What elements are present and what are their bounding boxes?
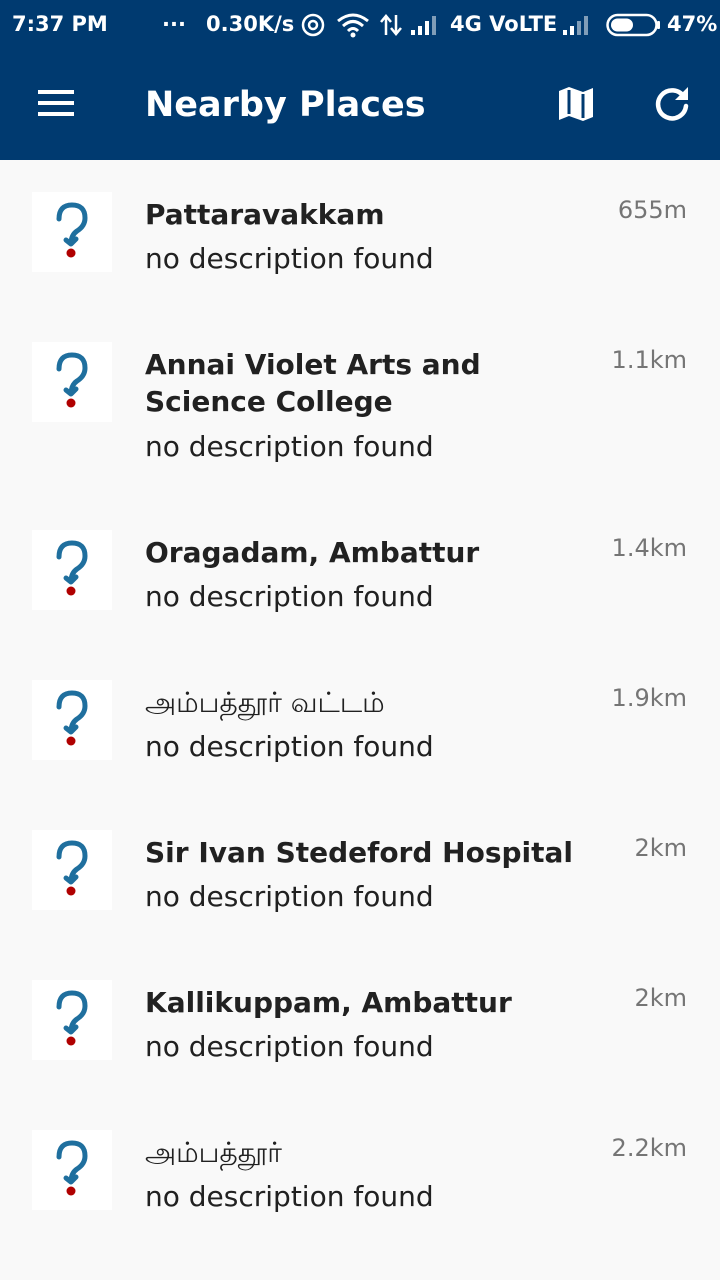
place-distance: 1.4km [611,534,687,562]
network-type: 4G VoLTE [450,12,558,36]
data-transfer-icon [380,14,402,36]
place-description: no description found [145,880,434,913]
place-image [32,342,112,422]
place-description: no description found [145,430,434,463]
place-distance: 1.9km [611,684,687,712]
signal-strength-icon-2 [563,16,588,35]
question-mark-icon [56,840,88,896]
list-item[interactable]: Oragadam, Ambattur no description found … [0,498,720,648]
list-item[interactable]: அம்பத்தூர் வட்டம் no description found 1… [0,648,720,798]
battery-icon [606,13,660,37]
place-description: no description found [145,1030,434,1063]
place-distance: 1.1km [611,346,687,374]
place-image [32,1130,112,1210]
place-distance: 2km [634,984,687,1012]
place-name: அம்பத்தூர் வட்டம் [145,686,385,719]
place-name: Sir Ivan Stedeford Hospital [145,836,574,869]
app-bar: Nearby Places [0,50,720,160]
place-name: Annai Violet Arts and Science College [145,348,481,418]
refresh-icon[interactable] [652,84,692,124]
list-item[interactable]: Sir Ivan Stedeford Hospital no descripti… [0,798,720,948]
hotspot-icon [301,13,325,37]
place-image [32,192,112,272]
place-image [32,680,112,760]
place-image [32,980,112,1060]
place-image [32,530,112,610]
place-distance: 655m [617,196,687,224]
place-image [32,830,112,910]
place-name: Kallikuppam, Ambattur [145,986,512,1019]
list-item[interactable]: அம்பத்தூர் no description found 2.2km [0,1098,720,1248]
map-icon[interactable] [556,84,596,124]
place-description: no description found [145,242,434,275]
hamburger-menu-icon[interactable] [36,88,76,118]
question-mark-icon [56,352,88,408]
question-mark-icon [56,1140,88,1196]
signal-strength-icon [411,16,436,35]
network-speed: 0.30K/s [206,12,295,36]
question-mark-icon [56,202,88,258]
question-mark-icon [56,990,88,1046]
place-name: அம்பத்தூர் [145,1136,282,1169]
list-item[interactable]: Annai Violet Arts and Science College no… [0,310,720,498]
list-item[interactable]: Kallikuppam, Ambattur no description fou… [0,948,720,1098]
places-list: Pattaravakkam no description found 655m … [0,160,720,1248]
place-name: Pattaravakkam [145,198,385,231]
notification-dots: ... [162,7,186,31]
wifi-icon [337,13,369,38]
question-mark-icon [56,540,88,596]
place-name: Oragadam, Ambattur [145,536,480,569]
place-description: no description found [145,580,434,613]
page-title: Nearby Places [145,85,426,125]
question-mark-icon [56,690,88,746]
status-time: 7:37 PM [12,12,108,36]
battery-percent: 47% [667,12,718,36]
list-item[interactable]: Pattaravakkam no description found 655m [0,160,720,310]
place-distance: 2km [634,834,687,862]
place-description: no description found [145,1180,434,1213]
status-bar: 7:37 PM ... 0.30K/s 4G VoLTE 47% [0,0,720,50]
place-distance: 2.2km [611,1134,687,1162]
place-description: no description found [145,730,434,763]
